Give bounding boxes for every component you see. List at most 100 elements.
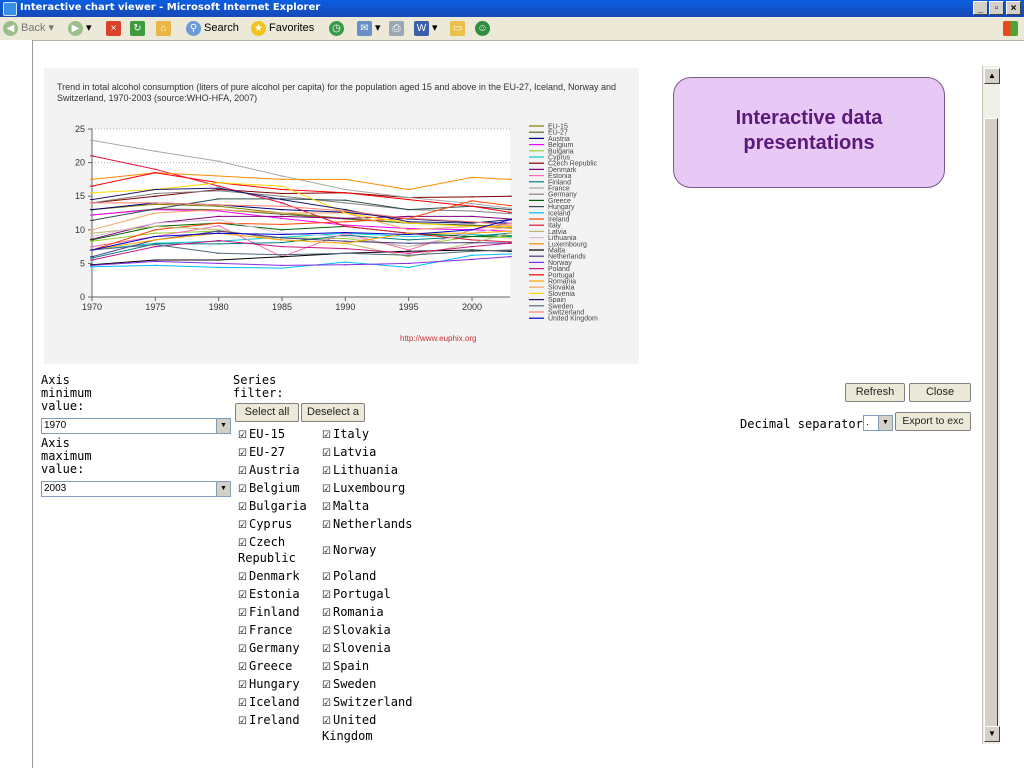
messenger-button[interactable]: ☺ — [475, 20, 493, 37]
window-title-bar[interactable]: Interactive chart viewer - Microsoft Int… — [0, 0, 1024, 17]
checkbox-checked-icon[interactable]: ☑ — [322, 716, 331, 727]
series-checkbox[interactable]: ☑ Iceland — [238, 695, 300, 711]
word-button[interactable]: W ▾ — [414, 20, 438, 37]
checkbox-checked-icon[interactable]: ☑ — [322, 626, 331, 637]
series-checkbox[interactable]: ☑ Bulgaria — [238, 499, 307, 515]
search-button[interactable]: ⚲ Search — [186, 20, 239, 37]
series-checkbox[interactable]: ☑ EU-15 — [238, 427, 285, 443]
series-checkbox[interactable]: ☑ Denmark — [238, 569, 300, 585]
checkbox-checked-icon[interactable]: ☑ — [238, 430, 247, 441]
scroll-up-arrow-icon[interactable]: ▲ — [984, 68, 1000, 84]
axis-max-select[interactable]: 2003 ▼ — [41, 481, 231, 497]
forward-button[interactable]: ▶ ▾ — [68, 20, 92, 37]
checkbox-checked-icon[interactable]: ☑ — [238, 484, 247, 495]
checkbox-checked-icon[interactable]: ☑ — [322, 590, 331, 601]
checkbox-checked-icon[interactable]: ☑ — [238, 590, 247, 601]
series-checkbox[interactable]: ☑ Netherlands — [322, 517, 412, 533]
scroll-down-arrow-icon[interactable]: ▼ — [984, 726, 1000, 742]
series-checkbox[interactable]: ☑ Finland — [238, 605, 300, 621]
history-button[interactable]: ◷ — [329, 20, 347, 37]
checkbox-checked-icon[interactable]: ☑ — [322, 430, 331, 441]
series-checkbox[interactable]: ☑ Greece — [238, 659, 292, 675]
deselect-all-button[interactable]: Deselect a — [301, 403, 365, 422]
series-checkbox[interactable]: ☑ Slovenia — [322, 641, 391, 657]
checkbox-checked-icon[interactable]: ☑ — [322, 644, 331, 655]
back-button[interactable]: ◀ Back ▾ — [3, 20, 54, 37]
checkbox-checked-icon[interactable]: ☑ — [238, 520, 247, 531]
checkbox-checked-icon[interactable]: ☑ — [238, 716, 247, 727]
vertical-scrollbar[interactable]: ▲ ▼ — [982, 66, 1000, 744]
series-checkbox[interactable]: ☑ France — [238, 623, 292, 639]
series-checkbox-label: Slovenia — [332, 641, 391, 655]
checkbox-checked-icon[interactable]: ☑ — [322, 608, 331, 619]
checkbox-checked-icon[interactable]: ☑ — [322, 662, 331, 673]
series-checkbox[interactable]: ☑ Hungary — [238, 677, 300, 693]
series-checkbox[interactable]: ☑ Slovakia — [322, 623, 391, 639]
checkbox-checked-icon[interactable]: ☑ — [322, 520, 331, 531]
checkbox-checked-icon[interactable]: ☑ — [238, 608, 247, 619]
checkbox-checked-icon[interactable]: ☑ — [238, 572, 247, 583]
series-checkbox[interactable]: ☑ Switzerland — [322, 695, 412, 711]
series-checkbox[interactable]: ☑ Luxembourg — [322, 481, 405, 497]
mail-button[interactable]: ✉ ▾ — [357, 20, 381, 37]
series-checkbox[interactable]: ☑ Estonia — [238, 587, 300, 603]
checkbox-checked-icon[interactable]: ☑ — [238, 502, 247, 513]
favorites-button[interactable]: ★ Favorites — [251, 20, 314, 37]
checkbox-checked-icon[interactable]: ☑ — [238, 698, 247, 709]
refresh-button[interactable]: Refresh — [845, 383, 905, 402]
export-to-excel-button[interactable]: Export to exc — [895, 412, 971, 431]
checkbox-checked-icon[interactable]: ☑ — [238, 644, 247, 655]
series-checkbox[interactable]: ☑ Italy — [322, 427, 369, 443]
checkbox-checked-icon[interactable]: ☑ — [322, 572, 331, 583]
series-checkbox[interactable]: ☑ Czech Republic — [238, 535, 296, 565]
series-checkbox[interactable]: ☑ Lithuania — [322, 463, 398, 479]
series-checkbox[interactable]: ☑ Cyprus — [238, 517, 292, 533]
series-checkbox[interactable]: ☑ Spain — [322, 659, 369, 675]
select-all-button[interactable]: Select all — [235, 403, 299, 422]
close-window-button[interactable]: × — [1006, 1, 1021, 15]
checkbox-checked-icon[interactable]: ☑ — [322, 698, 331, 709]
checkbox-checked-icon[interactable]: ☑ — [238, 448, 247, 459]
chevron-down-icon[interactable]: ▼ — [878, 416, 892, 430]
series-checkbox[interactable]: ☑ Romania — [322, 605, 384, 621]
home-button[interactable]: ⌂ — [156, 20, 174, 37]
print-button[interactable]: ⎙ — [389, 20, 407, 37]
checkbox-checked-icon[interactable]: ☑ — [322, 484, 331, 495]
x-tick-label: 1995 — [399, 302, 419, 312]
checkbox-checked-icon[interactable]: ☑ — [322, 680, 331, 691]
series-checkbox[interactable]: ☑ Malta — [322, 499, 369, 515]
series-checkbox[interactable]: ☑ Poland — [322, 569, 376, 585]
checkbox-checked-icon[interactable]: ☑ — [322, 546, 331, 557]
series-checkbox[interactable]: ☑ Ireland — [238, 713, 300, 729]
series-checkbox[interactable]: ☑ Portugal — [322, 587, 391, 603]
checkbox-checked-icon[interactable]: ☑ — [322, 466, 331, 477]
refresh-page-button[interactable]: ↻ — [130, 20, 148, 37]
series-checkbox[interactable]: ☑ Germany — [238, 641, 300, 657]
checkbox-checked-icon[interactable]: ☑ — [238, 626, 247, 637]
series-checkbox[interactable]: ☑ Latvia — [322, 445, 376, 461]
series-checkbox[interactable]: ☑ Norway — [322, 543, 376, 559]
close-button[interactable]: Close — [909, 383, 971, 402]
axis-min-select[interactable]: 1970 ▼ — [41, 418, 231, 434]
stop-button[interactable]: × — [106, 20, 124, 37]
checkbox-checked-icon[interactable]: ☑ — [238, 662, 247, 673]
chevron-down-icon[interactable]: ▼ — [216, 482, 230, 496]
series-checkbox[interactable]: ☑ Belgium — [238, 481, 300, 497]
series-checkbox[interactable]: ☑ United Kingdom — [322, 713, 376, 743]
checkbox-checked-icon[interactable]: ☑ — [238, 680, 247, 691]
series-checkbox[interactable]: ☑ Austria — [238, 463, 300, 479]
folder-button[interactable]: ▭ — [450, 20, 468, 37]
series-checkbox[interactable]: ☑ Sweden — [322, 677, 376, 693]
maximize-button[interactable]: ▫ — [989, 1, 1004, 15]
chart-source-link[interactable]: http://www.euphix.org — [400, 334, 476, 343]
series-checkbox[interactable]: ☑ EU-27 — [238, 445, 285, 461]
minimize-button[interactable]: _ — [973, 1, 988, 15]
checkbox-checked-icon[interactable]: ☑ — [238, 466, 247, 477]
checkbox-checked-icon[interactable]: ☑ — [322, 502, 331, 513]
checkbox-checked-icon[interactable]: ☑ — [322, 448, 331, 459]
decimal-separator-select[interactable]: . ▼ — [863, 415, 893, 431]
checkbox-checked-icon[interactable]: ☑ — [238, 538, 247, 549]
window-title: Interactive chart viewer - Microsoft Int… — [20, 2, 321, 13]
scroll-thumb[interactable] — [984, 118, 998, 728]
chevron-down-icon[interactable]: ▼ — [216, 419, 230, 433]
